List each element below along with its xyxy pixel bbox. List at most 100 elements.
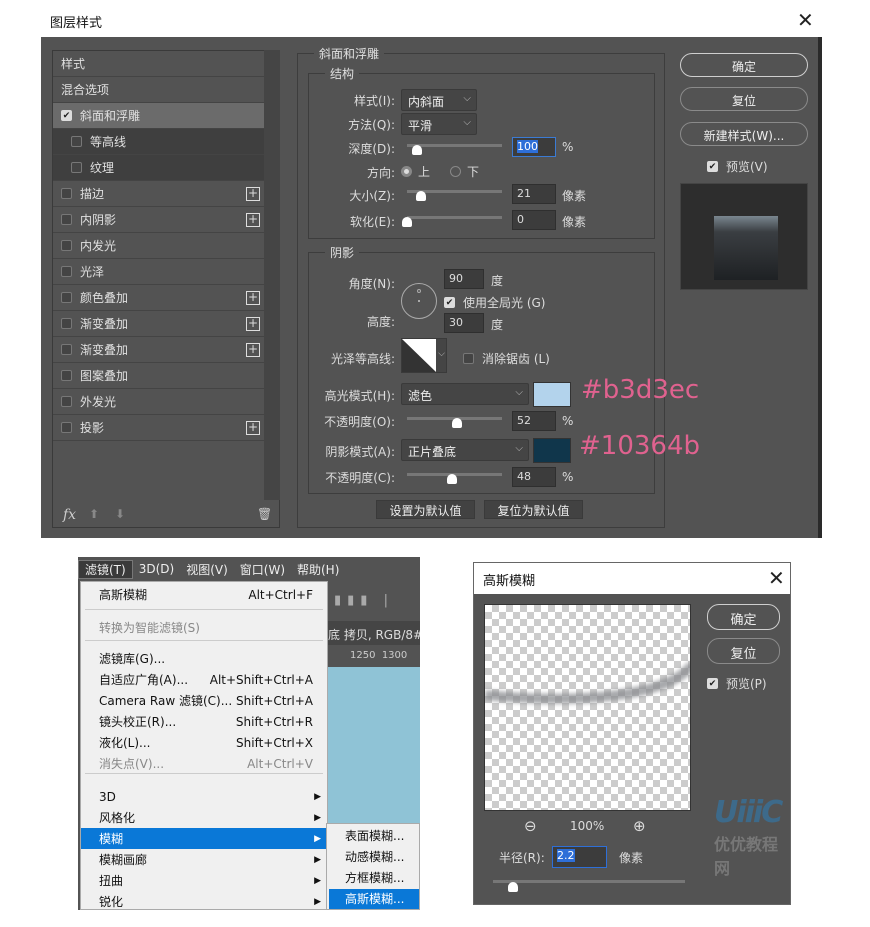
set-default-button[interactable]: 设置为默认值 (376, 500, 475, 519)
menu-item[interactable]: 镜头校正(R)... Shift+Ctrl+R (81, 711, 327, 732)
direction-down-radio[interactable]: 下 (450, 163, 479, 180)
checkbox-icon[interactable] (61, 188, 72, 199)
checkbox-icon[interactable] (71, 162, 82, 173)
radius-slider[interactable] (493, 880, 685, 883)
trash-icon[interactable]: 🗑 (257, 507, 272, 521)
menu-item[interactable]: 模糊 ▶ (81, 828, 327, 849)
depth-slider-thumb[interactable] (412, 145, 422, 155)
add-icon[interactable]: + (246, 187, 260, 201)
checkbox-icon[interactable] (61, 396, 72, 407)
submenu-item[interactable]: 表面模糊... (329, 826, 419, 846)
style-select[interactable]: 内斜面 ⌵ (401, 89, 477, 111)
antialias-checkbox[interactable]: 消除锯齿 (L) (463, 350, 550, 367)
shadow-opacity-thumb[interactable] (447, 474, 457, 484)
reset-default-button[interactable]: 复位为默认值 (484, 500, 583, 519)
menubar-item[interactable]: 滤镜(T) (78, 559, 133, 579)
list-header[interactable]: 样式 (53, 51, 264, 77)
menu-item[interactable]: 锐化 ▶ (81, 891, 327, 910)
size-slider-thumb[interactable] (416, 191, 426, 201)
style-item[interactable]: 光泽 (53, 259, 264, 285)
style-item[interactable]: 颜色叠加 + (53, 285, 264, 311)
add-icon[interactable]: + (246, 317, 260, 331)
checkbox-checked-icon[interactable]: ✔ (61, 110, 72, 121)
menu-item[interactable]: 扭曲 ▶ (81, 870, 327, 891)
style-item[interactable]: 内阴影 + (53, 207, 264, 233)
menubar-item[interactable]: 3D(D) (133, 562, 180, 576)
style-item[interactable]: 描边 + (53, 181, 264, 207)
add-icon[interactable]: + (246, 421, 260, 435)
soften-slider[interactable] (407, 216, 502, 219)
highlight-color-swatch[interactable] (533, 382, 571, 407)
checkbox-icon[interactable] (61, 214, 72, 225)
depth-input[interactable]: 100 (512, 137, 556, 157)
radius-input[interactable]: 2.2 (552, 846, 607, 868)
style-item[interactable]: 等高线 (53, 129, 264, 155)
menu-item[interactable]: 转换为智能滤镜(S) (81, 617, 327, 638)
blending-options[interactable]: 混合选项 (53, 77, 264, 103)
highlight-opacity-thumb[interactable] (452, 418, 462, 428)
checkbox-icon[interactable] (61, 318, 72, 329)
move-up-icon[interactable]: ⬆ (89, 507, 99, 521)
zoom-out-icon[interactable]: ⊖ (524, 817, 537, 835)
menu-item[interactable]: Camera Raw 滤镜(C)... Shift+Ctrl+A (81, 690, 327, 711)
reset-button[interactable]: 复位 (707, 638, 780, 664)
checkbox-icon[interactable] (61, 266, 72, 277)
highlight-mode-select[interactable]: 滤色 ⌵ (401, 383, 529, 405)
zoom-in-icon[interactable]: ⊕ (633, 817, 646, 835)
checkbox-icon[interactable] (61, 292, 72, 303)
shadow-opacity-input[interactable]: 48 (512, 467, 556, 487)
close-icon[interactable]: ✕ (768, 566, 785, 590)
style-item[interactable]: 内发光 (53, 233, 264, 259)
style-item[interactable]: 渐变叠加 + (53, 337, 264, 363)
style-item[interactable]: 外发光 (53, 389, 264, 415)
style-item[interactable]: 渐变叠加 + (53, 311, 264, 337)
preview-checkbox[interactable]: ✔ 预览(P) (707, 675, 767, 692)
close-icon[interactable]: ✕ (797, 8, 814, 32)
style-item[interactable]: 投影 + (53, 415, 264, 441)
highlight-opacity-input[interactable]: 52 (512, 411, 556, 431)
ok-button[interactable]: 确定 (680, 53, 808, 77)
add-icon[interactable]: + (246, 213, 260, 227)
menu-item[interactable]: 3D ▶ (81, 786, 327, 807)
checkbox-icon[interactable] (61, 422, 72, 433)
menu-item[interactable]: 高斯模糊 Alt+Ctrl+F (81, 584, 327, 605)
shadow-mode-select[interactable]: 正片叠底 ⌵ (401, 439, 529, 461)
menubar-item[interactable]: 窗口(W) (234, 561, 291, 578)
add-icon[interactable]: + (246, 291, 260, 305)
menu-item[interactable]: 滤镜库(G)... (81, 648, 327, 669)
angle-dial[interactable] (401, 283, 437, 319)
angle-input[interactable]: 90 (444, 269, 484, 289)
shadow-color-swatch[interactable] (533, 438, 571, 463)
style-item[interactable]: 图案叠加 (53, 363, 264, 389)
gloss-contour-picker[interactable]: ⌵ (401, 338, 447, 373)
reset-button[interactable]: 复位 (680, 87, 808, 111)
direction-up-radio[interactable]: 上 (401, 163, 430, 180)
preview-checkbox[interactable]: ✔ 预览(V) (707, 158, 768, 175)
document-tab[interactable]: 底 拷贝, RGB/8# (328, 621, 420, 645)
menubar-item[interactable]: 视图(V) (180, 561, 234, 578)
list-scrollbar[interactable] (264, 50, 280, 500)
submenu-item[interactable]: 方框模糊... (329, 868, 419, 888)
submenu-item[interactable]: 高斯模糊... (329, 889, 419, 909)
move-down-icon[interactable]: ⬇ (115, 507, 125, 521)
global-light-checkbox[interactable]: ✔ 使用全局光 (G) (444, 294, 545, 311)
style-item[interactable]: ✔ 斜面和浮雕 (53, 103, 264, 129)
menu-item[interactable]: 液化(L)... Shift+Ctrl+X (81, 732, 327, 753)
checkbox-icon[interactable] (61, 370, 72, 381)
altitude-input[interactable]: 30 (444, 313, 484, 333)
menu-item[interactable]: 模糊画廊 ▶ (81, 849, 327, 870)
new-style-button[interactable]: 新建样式(W)... (680, 122, 808, 146)
soften-input[interactable]: 0 (512, 210, 556, 230)
fx-icon[interactable]: fx (63, 507, 76, 523)
radius-slider-thumb[interactable] (508, 882, 518, 892)
submenu-item[interactable]: 动感模糊... (329, 847, 419, 867)
menu-item[interactable]: 消失点(V)... Alt+Ctrl+V (81, 753, 327, 774)
ok-button[interactable]: 确定 (707, 604, 780, 630)
method-select[interactable]: 平滑 ⌵ (401, 113, 477, 135)
soften-slider-thumb[interactable] (402, 217, 412, 227)
menu-item[interactable]: 自适应广角(A)... Alt+Shift+Ctrl+A (81, 669, 327, 690)
checkbox-icon[interactable] (71, 136, 82, 147)
menu-item[interactable]: 风格化 ▶ (81, 807, 327, 828)
add-icon[interactable]: + (246, 343, 260, 357)
checkbox-icon[interactable] (61, 240, 72, 251)
